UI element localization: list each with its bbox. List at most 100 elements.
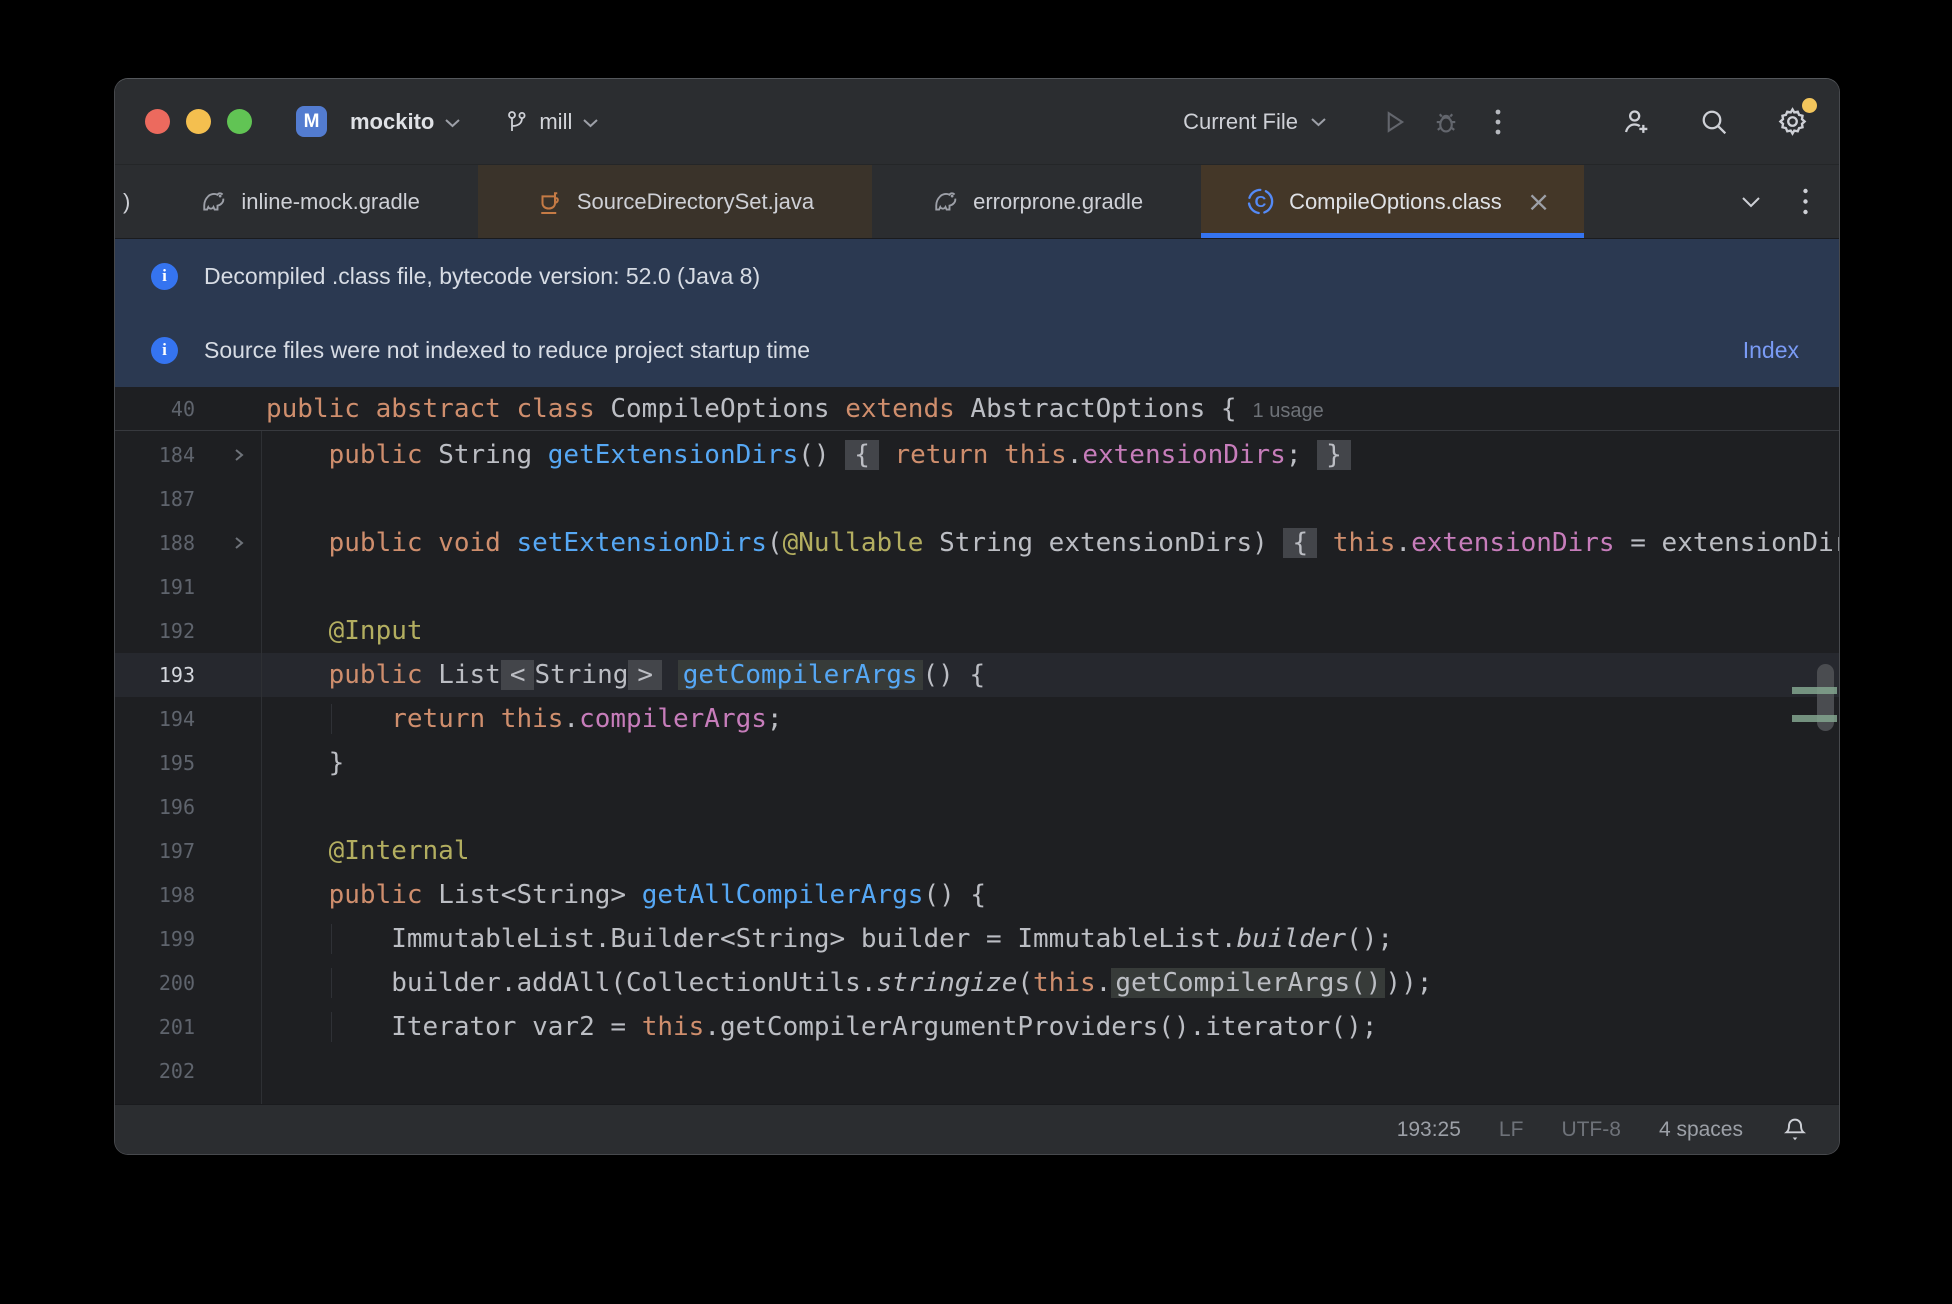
tab-truncated[interactable]: ) [115, 165, 140, 238]
code-token: this [1332, 528, 1396, 558]
line-number[interactable]: 187 [115, 487, 195, 511]
code-line[interactable]: 198 public List<String> getAllCompilerAr… [115, 873, 1839, 917]
line-number[interactable]: 184 [115, 443, 195, 467]
tab-compileoptions-class[interactable]: C CompileOptions.class × [1201, 165, 1585, 238]
run-configuration-label: Current File [1183, 108, 1298, 134]
debug-button[interactable] [1425, 101, 1467, 143]
line-number[interactable]: 40 [115, 397, 195, 421]
line-number[interactable]: 196 [115, 795, 195, 819]
code-line[interactable]: 188 public void setExtensionDirs(@Nullab… [115, 521, 1839, 565]
zoom-window-button[interactable] [227, 109, 252, 134]
svg-text:C: C [1255, 193, 1267, 211]
settings-button[interactable] [1771, 97, 1817, 143]
line-number[interactable]: 188 [115, 531, 195, 555]
branch-name: mill [539, 108, 573, 134]
code-text[interactable]: return this.compilerArgs; [261, 704, 1839, 734]
code-line[interactable]: 194 return this.compilerArgs; [115, 697, 1839, 741]
code-line[interactable]: 200 builder.addAll(CollectionUtils.strin… [115, 961, 1839, 1005]
banner-not-indexed: i Source files were not indexed to reduc… [115, 313, 1839, 387]
code-token: )); [1385, 968, 1433, 998]
code-token: @Internal [266, 836, 470, 866]
caret-position-widget[interactable]: 193:25 [1397, 1118, 1461, 1142]
chevron-down-icon [444, 117, 461, 129]
line-number[interactable]: 195 [115, 751, 195, 775]
code-token: String extensionDirs) [923, 528, 1284, 558]
code-line[interactable]: 192 @Input [115, 609, 1839, 653]
close-window-button[interactable] [145, 109, 170, 134]
code-token: builder.addAll(CollectionUtils. [266, 968, 877, 998]
code-text[interactable]: @Input [261, 616, 1839, 646]
index-link[interactable]: Index [1743, 337, 1799, 364]
gradle-icon [198, 187, 228, 217]
code-token: extends [845, 393, 971, 424]
run-button[interactable] [1373, 101, 1415, 143]
sticky-class-declaration-line[interactable]: 40 public abstract class CompileOptions … [115, 387, 1839, 431]
tab-sourcedirectoryset-java[interactable]: SourceDirectorySet.java [477, 165, 873, 238]
code-text[interactable]: public void setExtensionDirs(@Nullable S… [261, 528, 1839, 558]
code-text[interactable]: public List<String> getAllCompilerArgs()… [261, 880, 1839, 910]
indent-guide [331, 1012, 332, 1042]
code-text[interactable]: Iterator var2 = this.getCompilerArgument… [261, 1012, 1839, 1042]
code-line[interactable]: 193 public List < String > getCompilerArgs(… [115, 653, 1839, 697]
code-line[interactable]: 184 public String getExtensionDirs() { r… [115, 433, 1839, 477]
code-text[interactable]: } [261, 748, 1839, 778]
code-text[interactable]: public abstract class CompileOptions ext… [261, 394, 1839, 424]
code-line[interactable]: 202 [115, 1049, 1839, 1093]
code-line[interactable]: 195 } [115, 741, 1839, 785]
line-number[interactable]: 191 [115, 575, 195, 599]
code-token: public [266, 660, 439, 690]
line-number[interactable]: 200 [115, 971, 195, 995]
tab-options-kebab-icon[interactable] [1802, 187, 1809, 216]
code-text[interactable]: public List < String > getCompilerArgs() { [261, 660, 1839, 690]
code-line[interactable]: 196 [115, 785, 1839, 829]
line-number[interactable]: 197 [115, 839, 195, 863]
code-token: public void [266, 528, 517, 558]
notifications-bell-icon[interactable] [1781, 1115, 1809, 1145]
code-line[interactable]: 201 Iterator var2 = this.getCompilerArgu… [115, 1005, 1839, 1049]
line-number[interactable]: 199 [115, 927, 195, 951]
line-number[interactable]: 194 [115, 707, 195, 731]
gradle-icon [930, 187, 960, 217]
code-token: .getCompilerArgumentProviders().iterator… [704, 1012, 1378, 1042]
code-text[interactable]: builder.addAll(CollectionUtils.stringize… [261, 968, 1839, 998]
status-bar: 193:25 LF UTF-8 4 spaces [115, 1104, 1839, 1154]
code-with-me-button[interactable] [1615, 101, 1657, 143]
code-lines: 184 public String getExtensionDirs() { r… [115, 431, 1839, 1093]
project-widget[interactable]: M mockito [296, 106, 461, 137]
fold-chevron-icon[interactable] [195, 535, 261, 551]
code-text[interactable]: ImmutableList.Builder<String> builder = … [261, 924, 1839, 954]
code-editor[interactable]: 40 public abstract class CompileOptions … [115, 387, 1839, 1104]
tab-inline-mock-gradle[interactable]: inline-mock.gradle [140, 165, 478, 238]
line-number[interactable]: 198 [115, 883, 195, 907]
code-text[interactable]: @Internal [261, 836, 1839, 866]
code-line[interactable]: 197 @Internal [115, 829, 1839, 873]
run-configuration-selector[interactable]: Current File [1183, 109, 1327, 135]
vcs-branch-widget[interactable]: mill [505, 109, 599, 135]
search-everywhere-button[interactable] [1693, 101, 1735, 143]
encoding-widget[interactable]: UTF-8 [1561, 1118, 1621, 1142]
java-icon [536, 187, 564, 217]
chevron-down-icon [1310, 116, 1327, 128]
close-tab-icon[interactable]: × [1527, 187, 1550, 216]
code-token: . [1395, 528, 1412, 558]
indent-widget[interactable]: 4 spaces [1659, 1118, 1743, 1142]
code-text[interactable]: public String getExtensionDirs() { retur… [261, 440, 1839, 470]
minimize-window-button[interactable] [186, 109, 211, 134]
more-actions-button[interactable] [1477, 101, 1519, 143]
code-line[interactable]: 187 [115, 477, 1839, 521]
tab-list-chevron-down-icon[interactable] [1740, 195, 1762, 209]
code-line[interactable]: 191 [115, 565, 1839, 609]
line-number[interactable]: 202 [115, 1059, 195, 1083]
line-ending-widget[interactable]: LF [1499, 1118, 1524, 1142]
fold-chevron-icon[interactable] [195, 447, 261, 463]
code-line[interactable]: 199 ImmutableList.Builder<String> builde… [115, 917, 1839, 961]
code-token: builder [1236, 924, 1347, 954]
code-token: . [563, 704, 580, 734]
line-number[interactable]: 193 [115, 663, 195, 687]
tab-errorprone-gradle[interactable]: errorprone.gradle [872, 165, 1201, 238]
line-number[interactable]: 192 [115, 619, 195, 643]
line-number[interactable]: 201 [115, 1015, 195, 1039]
